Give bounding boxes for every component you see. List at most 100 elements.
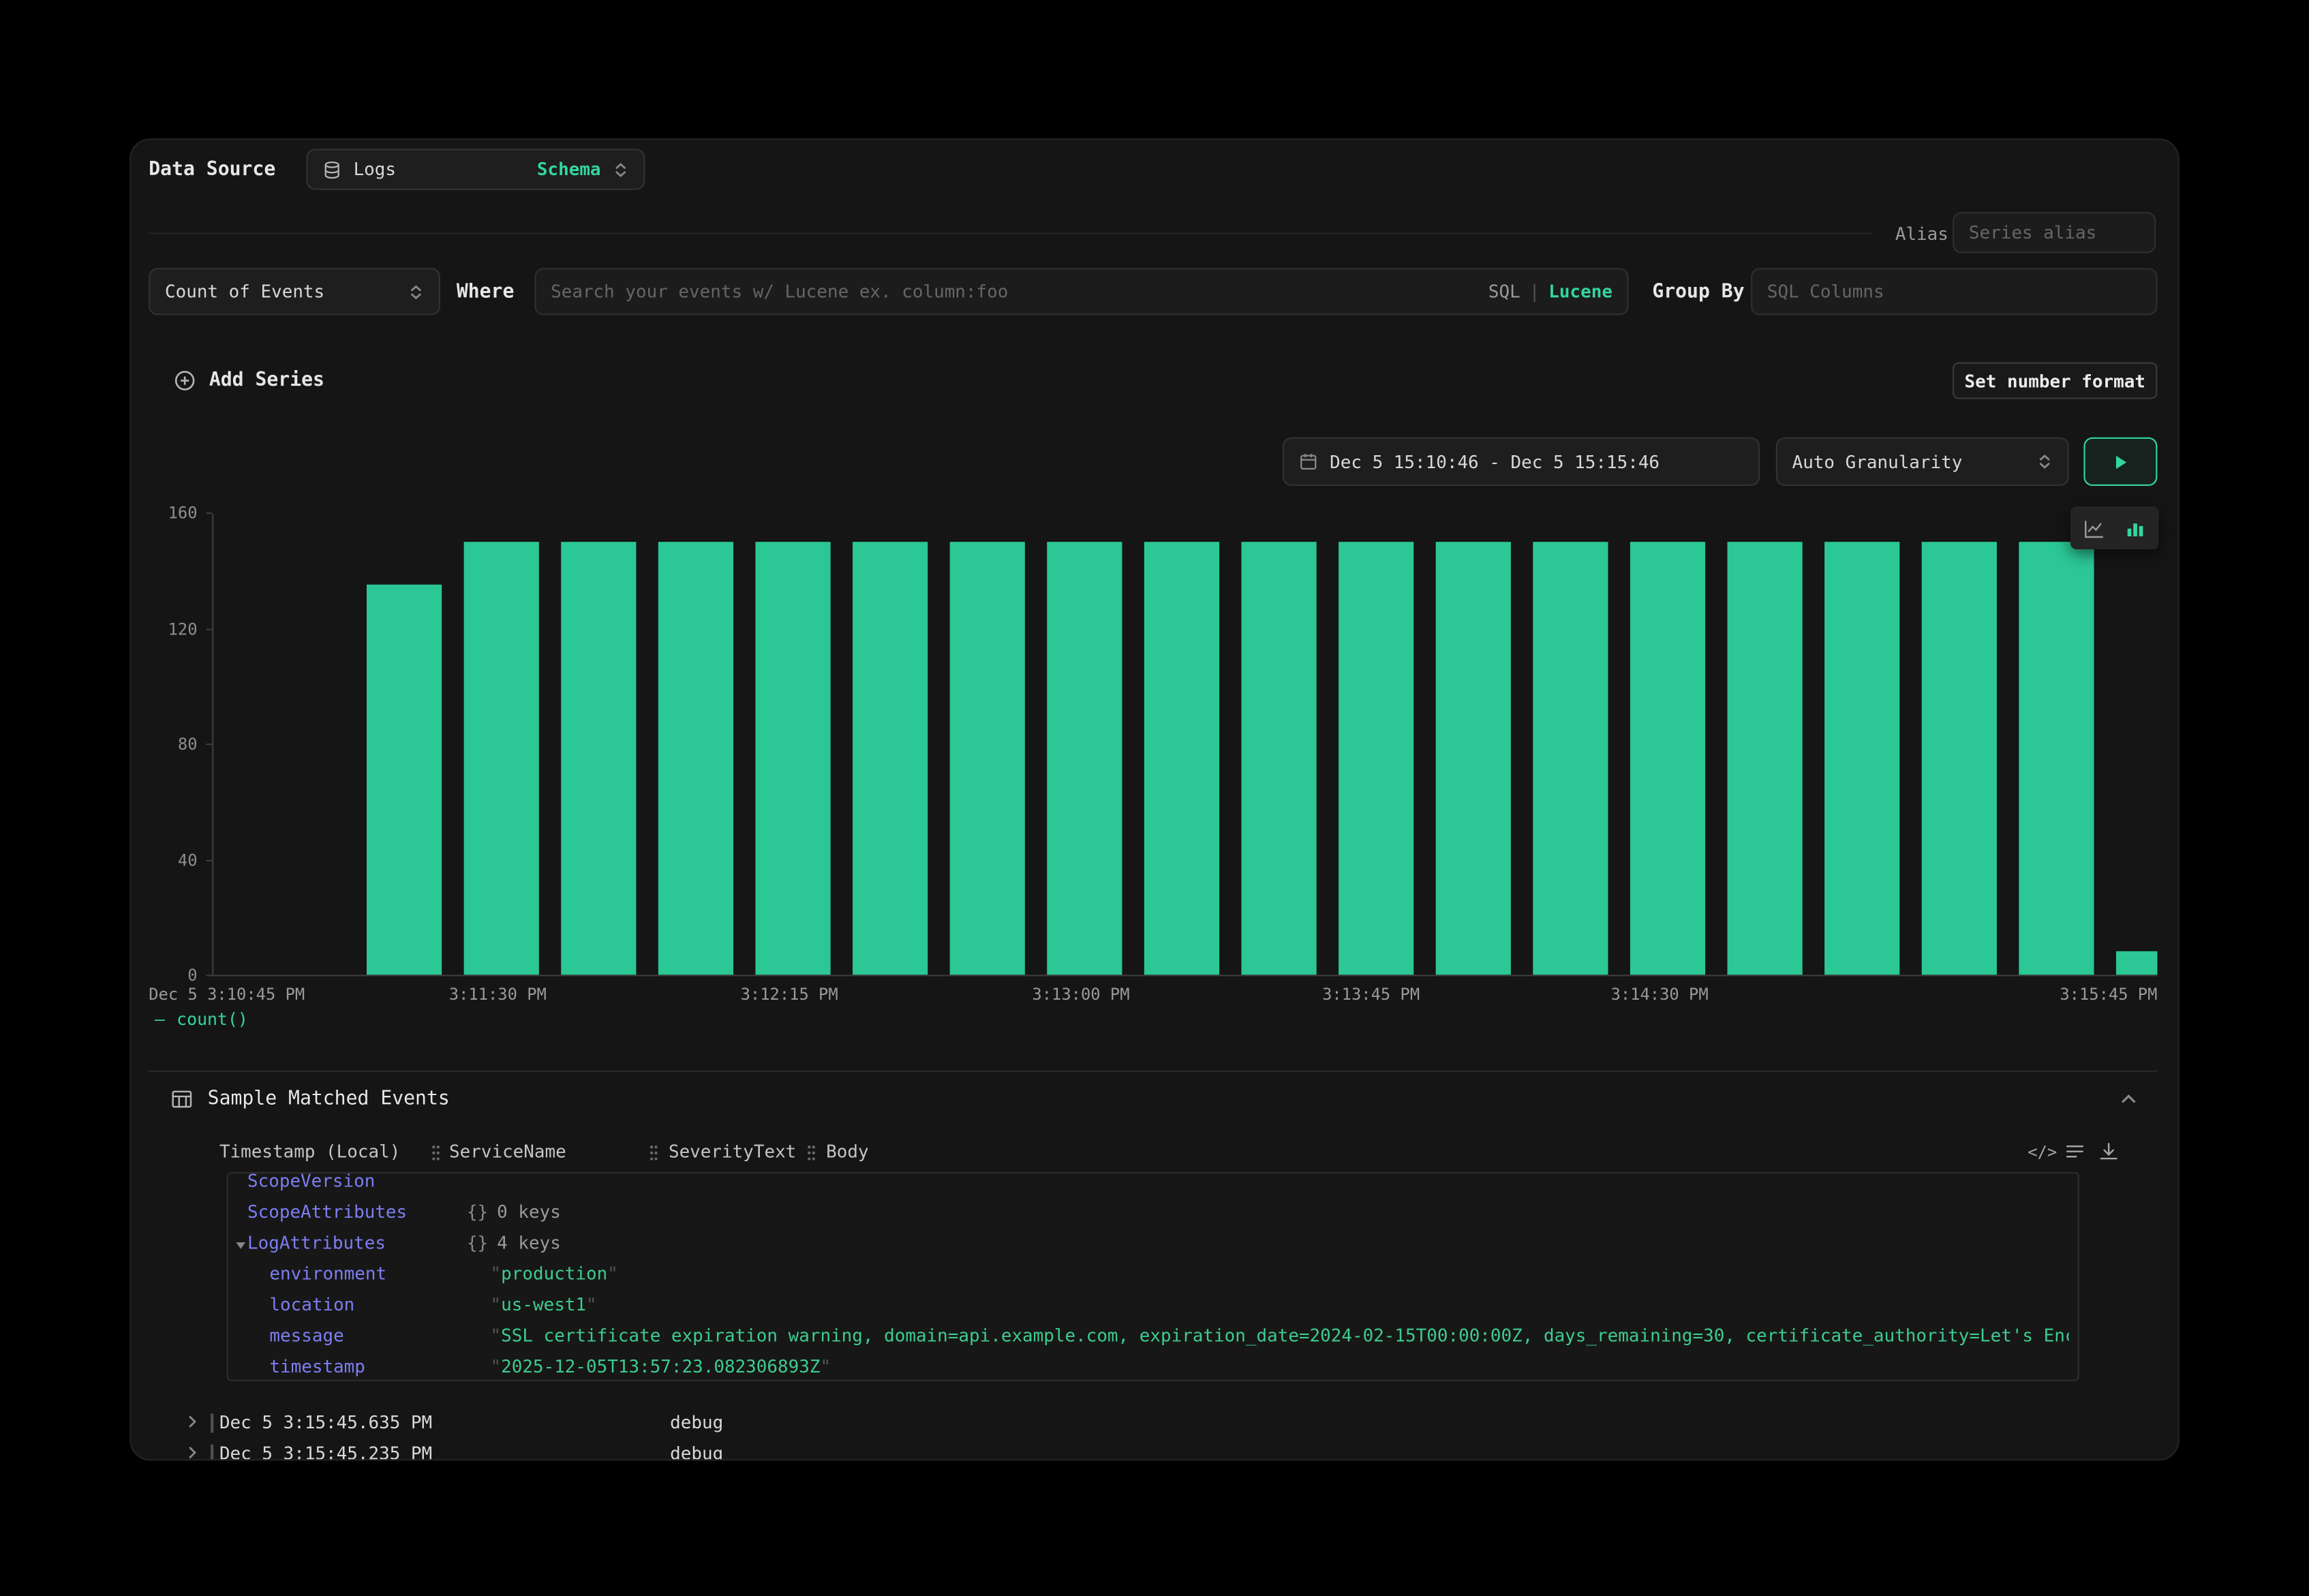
legend-series-label: count() bbox=[177, 1009, 248, 1029]
y-tick-mark bbox=[207, 859, 213, 861]
alias-input[interactable] bbox=[1953, 212, 2156, 254]
event-severity: debug bbox=[670, 1412, 723, 1432]
run-query-button[interactable] bbox=[2083, 438, 2157, 486]
group-by-input[interactable] bbox=[1751, 268, 2157, 315]
severity-indicator bbox=[211, 1413, 213, 1432]
caret-down-icon[interactable] bbox=[234, 1236, 247, 1256]
date-range-value: Dec 5 15:10:46 - Dec 5 15:15:46 bbox=[1330, 451, 1660, 472]
granularity-select[interactable]: Auto Granularity bbox=[1776, 438, 2069, 486]
json-field-row[interactable]: ScopeAttributes {}0 keys bbox=[228, 1196, 2078, 1227]
aggregate-select[interactable]: Count of Events bbox=[149, 268, 440, 315]
bar-chart-toggle-icon[interactable] bbox=[2116, 511, 2154, 545]
column-severitytext: SeverityText bbox=[669, 1141, 796, 1162]
json-key: timestamp bbox=[269, 1355, 365, 1376]
event-row[interactable]: Dec 5 3:15:45.635 PM debug bbox=[149, 1408, 2157, 1439]
toggle-separator: | bbox=[1529, 281, 1540, 302]
event-row[interactable]: Dec 5 3:15:45.235 PMdebug bbox=[149, 1439, 2157, 1460]
x-tick-label: Dec 5 3:10:45 PM bbox=[149, 985, 305, 1004]
expand-chevron-icon[interactable] bbox=[184, 1413, 200, 1430]
chart-bar bbox=[1630, 542, 1705, 975]
chart-bar bbox=[1436, 542, 1511, 975]
json-field-row[interactable]: LogAttributes{}4 keys bbox=[228, 1227, 2078, 1257]
event-timestamp: Dec 5 3:15:45.235 PM bbox=[219, 1443, 432, 1461]
download-icon[interactable] bbox=[2098, 1141, 2119, 1167]
search-box: SQL | Lucene bbox=[534, 268, 1628, 315]
chart-bar bbox=[1339, 542, 1413, 975]
drag-handle-icon[interactable] bbox=[648, 1144, 660, 1166]
braces-icon: {} bbox=[467, 1231, 488, 1252]
chart-bar bbox=[1824, 542, 1899, 975]
json-key: LogAttributes bbox=[247, 1231, 386, 1252]
query-builder-panel: Data Source Logs Schema Alias Count of E… bbox=[129, 138, 2180, 1460]
json-field-row[interactable]: environment"production" bbox=[228, 1257, 2078, 1288]
y-tick-label: 0 bbox=[187, 966, 197, 985]
x-tick-label: 3:13:00 PM bbox=[1032, 985, 1129, 1004]
lucene-toggle[interactable]: Lucene bbox=[1548, 281, 1612, 302]
json-field-row[interactable]: timestamp "2025-12-05T13:57:23.082306893Z… bbox=[228, 1350, 2078, 1381]
chart-bar bbox=[658, 542, 733, 975]
json-field-row[interactable]: ScopeVersion bbox=[228, 1172, 2078, 1196]
chart-legend[interactable]: — count() bbox=[155, 1009, 248, 1029]
column-timestamp: Timestamp (Local) bbox=[219, 1141, 400, 1162]
wrap-lines-icon[interactable] bbox=[2064, 1141, 2085, 1167]
add-series-button[interactable]: Add Series bbox=[174, 368, 324, 392]
alias-label: Alias bbox=[1895, 224, 1948, 244]
json-key: message bbox=[269, 1325, 343, 1345]
json-field-row[interactable]: message "SSL certificate expiration warni… bbox=[228, 1319, 2078, 1350]
sample-events-header[interactable]: Sample Matched Events bbox=[171, 1087, 450, 1111]
chart-bar bbox=[464, 542, 539, 975]
x-tick-label: 3:12:15 PM bbox=[741, 985, 838, 1004]
drag-handle-icon[interactable] bbox=[430, 1144, 442, 1166]
calendar-icon bbox=[1299, 452, 1318, 471]
chart-bar bbox=[853, 542, 928, 975]
x-tick-label: 3:11:30 PM bbox=[449, 985, 547, 1004]
table-icon bbox=[171, 1088, 193, 1109]
sample-events-title: Sample Matched Events bbox=[208, 1088, 450, 1109]
data-source-label: Data Source bbox=[149, 159, 275, 181]
event-json-tree: ScopeVersion ScopeAttributes {}0 keys LogAt… bbox=[227, 1172, 2079, 1381]
y-tick-mark bbox=[207, 512, 213, 514]
sql-toggle[interactable]: SQL bbox=[1488, 281, 1520, 302]
collapse-chevron-icon[interactable] bbox=[2119, 1090, 2138, 1109]
date-range-picker[interactable]: Dec 5 15:10:46 - Dec 5 15:15:46 bbox=[1283, 438, 1760, 486]
json-value: "us-west1" bbox=[491, 1293, 2069, 1314]
chart-bar bbox=[950, 542, 1025, 975]
chart-bar bbox=[2116, 951, 2158, 975]
severity-indicator bbox=[211, 1445, 213, 1461]
y-tick-label: 120 bbox=[168, 619, 198, 639]
add-series-label: Add Series bbox=[209, 369, 324, 390]
schema-button[interactable]: Schema bbox=[537, 159, 601, 179]
line-chart-toggle-icon[interactable] bbox=[2075, 511, 2113, 545]
json-key: ScopeAttributes bbox=[247, 1201, 407, 1221]
x-tick-label: 3:13:45 PM bbox=[1322, 985, 1420, 1004]
column-body: Body bbox=[826, 1141, 868, 1162]
json-value: "production" bbox=[491, 1263, 2069, 1283]
drag-handle-icon[interactable] bbox=[806, 1144, 817, 1166]
chart-bar bbox=[755, 542, 830, 975]
x-axis: Dec 5 3:10:45 PM3:11:30 PM3:12:15 PM3:13… bbox=[212, 985, 2157, 1006]
braces-icon: {} bbox=[467, 1201, 488, 1221]
chart-bar bbox=[1241, 542, 1316, 975]
expand-chevron-icon[interactable] bbox=[184, 1445, 200, 1461]
y-axis: 04080120160 bbox=[131, 514, 206, 976]
json-key: ScopeVersion bbox=[247, 1172, 375, 1191]
data-source-select[interactable]: Logs Schema bbox=[306, 149, 645, 190]
play-icon bbox=[2111, 452, 2129, 470]
chevron-updown-icon bbox=[613, 162, 629, 178]
database-icon bbox=[322, 159, 341, 179]
chart-bar bbox=[2019, 542, 2094, 975]
json-field-row[interactable]: location"us-west1" bbox=[228, 1289, 2078, 1319]
event-timestamp: Dec 5 3:15:45.635 PM bbox=[219, 1412, 432, 1432]
json-value: "SSL certificate expiration warning, dom… bbox=[491, 1325, 2069, 1345]
json-value: "2025-12-05T13:57:23.082306893Z" bbox=[491, 1355, 2069, 1376]
json-meta: {}0 keys bbox=[467, 1201, 2069, 1221]
code-view-icon[interactable]: </> bbox=[2028, 1143, 2057, 1162]
y-tick-label: 160 bbox=[168, 504, 198, 523]
search-input[interactable] bbox=[551, 281, 1480, 302]
set-number-format-button[interactable]: Set number format bbox=[1953, 363, 2157, 399]
granularity-value: Auto Granularity bbox=[1792, 451, 1963, 472]
plus-circle-icon bbox=[174, 369, 196, 390]
chart-bar bbox=[1728, 542, 1803, 975]
divider bbox=[149, 1071, 2157, 1072]
chart-plot bbox=[212, 514, 2157, 976]
